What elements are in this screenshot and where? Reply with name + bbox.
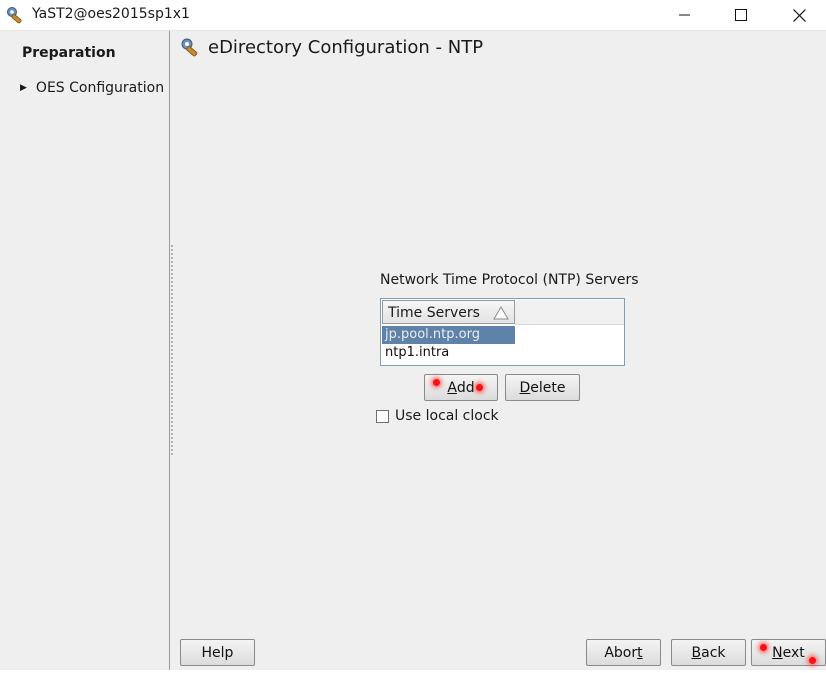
yast-wrench-icon [6, 6, 26, 24]
abort-button-label: Abor [604, 644, 638, 661]
abort-button[interactable]: Abor t [586, 639, 661, 666]
table-row[interactable]: jp.pool.ntp.org [382, 326, 515, 344]
add-button-label: dd [456, 379, 475, 396]
next-button-mnemonic: N [772, 644, 783, 661]
minimize-button[interactable] [662, 0, 708, 30]
use-local-clock-option[interactable]: Use local clock [376, 408, 499, 424]
window-title-bar: YaST2@oes2015sp1x1 [0, 0, 826, 31]
window-title: YaST2@oes2015sp1x1 [32, 6, 190, 22]
maximize-button[interactable] [718, 0, 764, 30]
yast-wrench-icon [180, 37, 202, 57]
abort-button-mnemonic: t [637, 644, 643, 661]
sort-ascending-icon [493, 305, 509, 324]
close-icon [792, 8, 806, 22]
help-button[interactable]: Help [180, 639, 255, 666]
back-button-mnemonic: B [691, 644, 702, 661]
minimize-icon [679, 14, 690, 16]
maximize-icon [735, 9, 747, 21]
sidebar-item-oes-configuration[interactable]: ▶ OES Configuration [20, 80, 164, 96]
delete-button[interactable]: Delete [505, 374, 580, 401]
click-marker [476, 384, 483, 391]
use-local-clock-checkbox[interactable] [376, 409, 389, 423]
steps-sidebar: Preparation ▶ OES Configuration [0, 31, 170, 671]
table-header-filler [515, 300, 624, 325]
page-title: eDirectory Configuration - NTP [208, 37, 484, 58]
triangle-right-icon: ▶ [20, 83, 27, 93]
delete-button-mnemonic: D [519, 379, 531, 396]
click-marker [433, 379, 440, 386]
click-marker [809, 657, 816, 664]
close-button[interactable] [776, 0, 822, 30]
pane-splitter[interactable] [171, 245, 173, 455]
sidebar-item-label: OES Configuration [35, 80, 165, 96]
click-marker [760, 644, 767, 651]
add-button-mnemonic: A [447, 379, 457, 396]
back-button-label: ack [701, 644, 726, 661]
column-header-label: Time Servers [388, 305, 480, 321]
column-header-time-servers[interactable]: Time Servers [382, 300, 515, 324]
table-row[interactable]: ntp1.intra [382, 344, 542, 362]
time-servers-table[interactable]: Time Servers jp.pool.ntp.org ntp1.intra [380, 298, 625, 366]
help-button-label: Help [201, 644, 234, 661]
use-local-clock-label: se local clock [405, 408, 499, 424]
next-button-label: ext [782, 644, 805, 661]
back-button[interactable]: Back [671, 639, 746, 666]
use-local-clock-mnemonic: U [395, 408, 406, 424]
sidebar-heading: Preparation [22, 45, 116, 61]
delete-button-label: elete [530, 379, 566, 396]
ntp-servers-label: Network Time Protocol (NTP) Servers [380, 272, 639, 288]
